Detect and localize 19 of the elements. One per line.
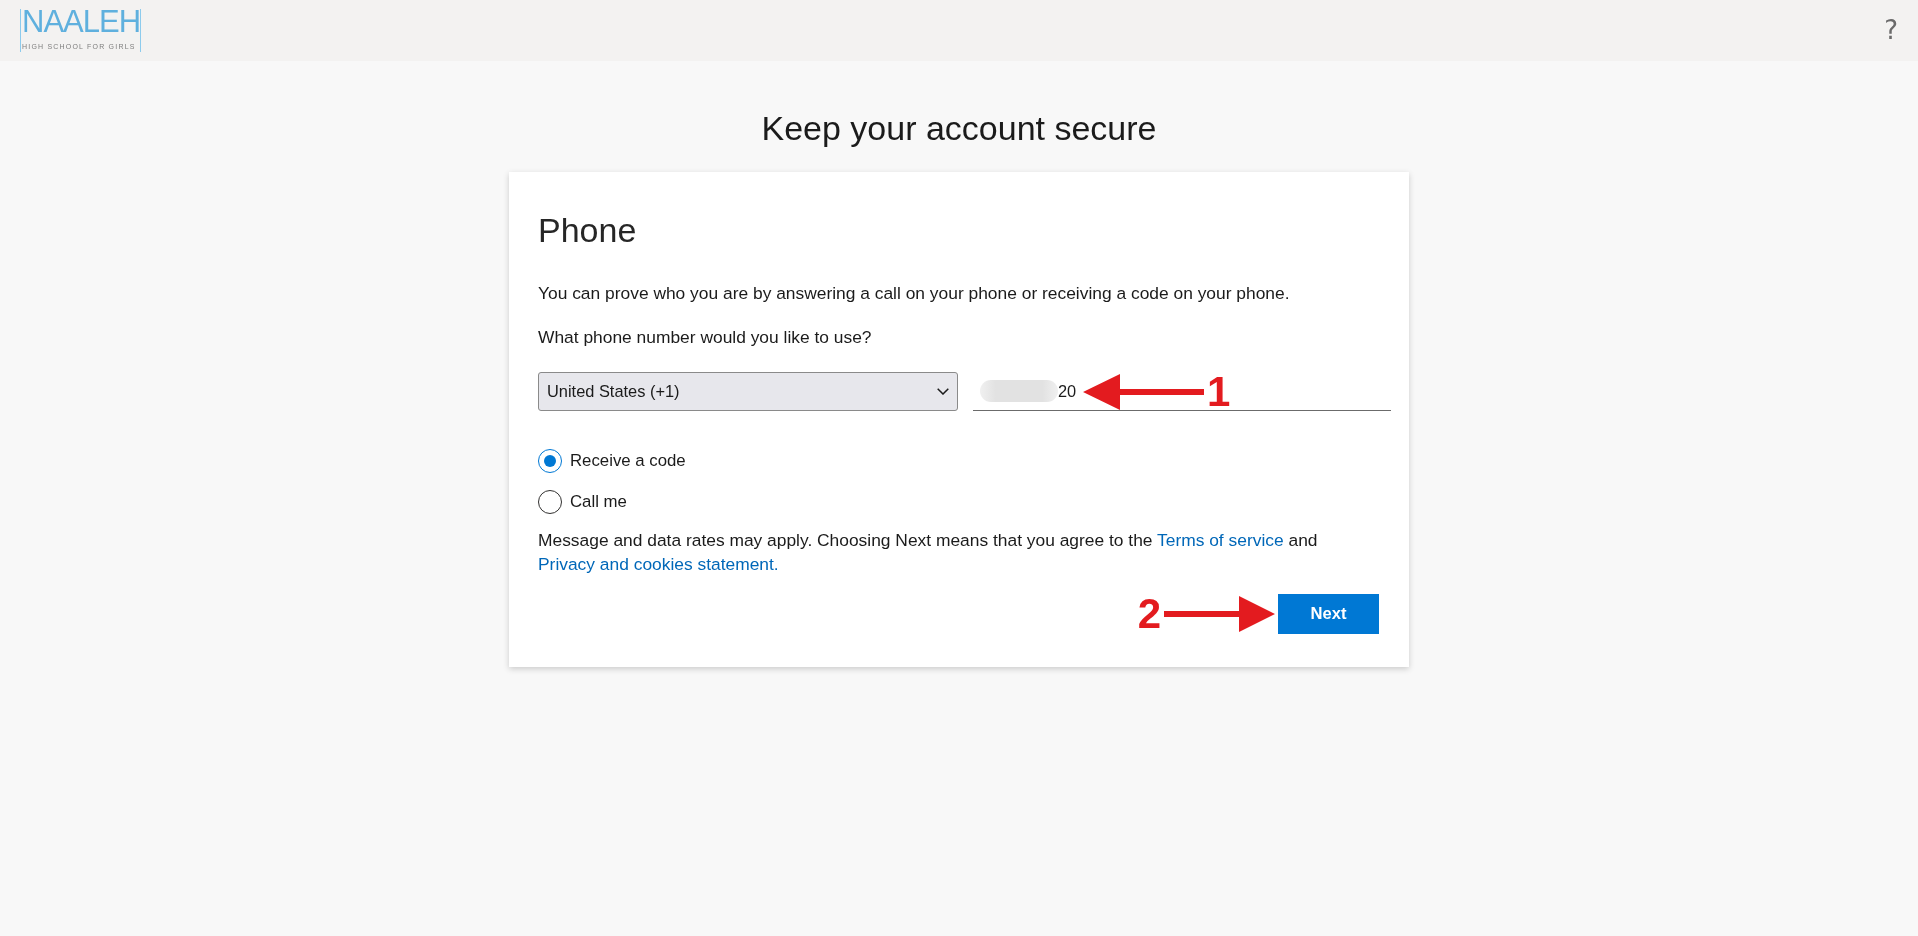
logo-wordmark: NAALEH xyxy=(22,9,137,34)
annotation-number: 1 xyxy=(1207,374,1231,410)
radio-option[interactable]: Call me xyxy=(538,488,1391,516)
redaction-blur-icon xyxy=(980,380,1058,402)
section-heading: Phone xyxy=(538,210,638,251)
radio-option[interactable]: Receive a code xyxy=(538,447,1391,475)
country-select[interactable]: United States (+1) xyxy=(538,372,958,411)
intro-text: You can prove who you are by answering a call on your phone or receiving a code on your phone. xyxy=(538,282,1291,304)
question-label: What phone number would you like to use? xyxy=(538,326,873,348)
text-link[interactable]: Terms of service xyxy=(1157,530,1284,550)
text-link[interactable]: Privacy and cookies statement. xyxy=(538,554,779,574)
annotation-number: 2 xyxy=(1137,596,1161,632)
next-button[interactable]: Next xyxy=(1278,594,1379,634)
page-title: Keep your account secure xyxy=(761,108,1157,149)
chevron-down-icon xyxy=(937,388,949,395)
arrow-icon xyxy=(1164,596,1275,632)
arrow-icon xyxy=(1083,374,1204,410)
disclaimer-text: Message and data rates may apply. Choosing Next means that you agree to the Terms of service and Privacy and cookies statement. xyxy=(538,529,1319,576)
help-button[interactable]: ? xyxy=(1884,16,1898,44)
